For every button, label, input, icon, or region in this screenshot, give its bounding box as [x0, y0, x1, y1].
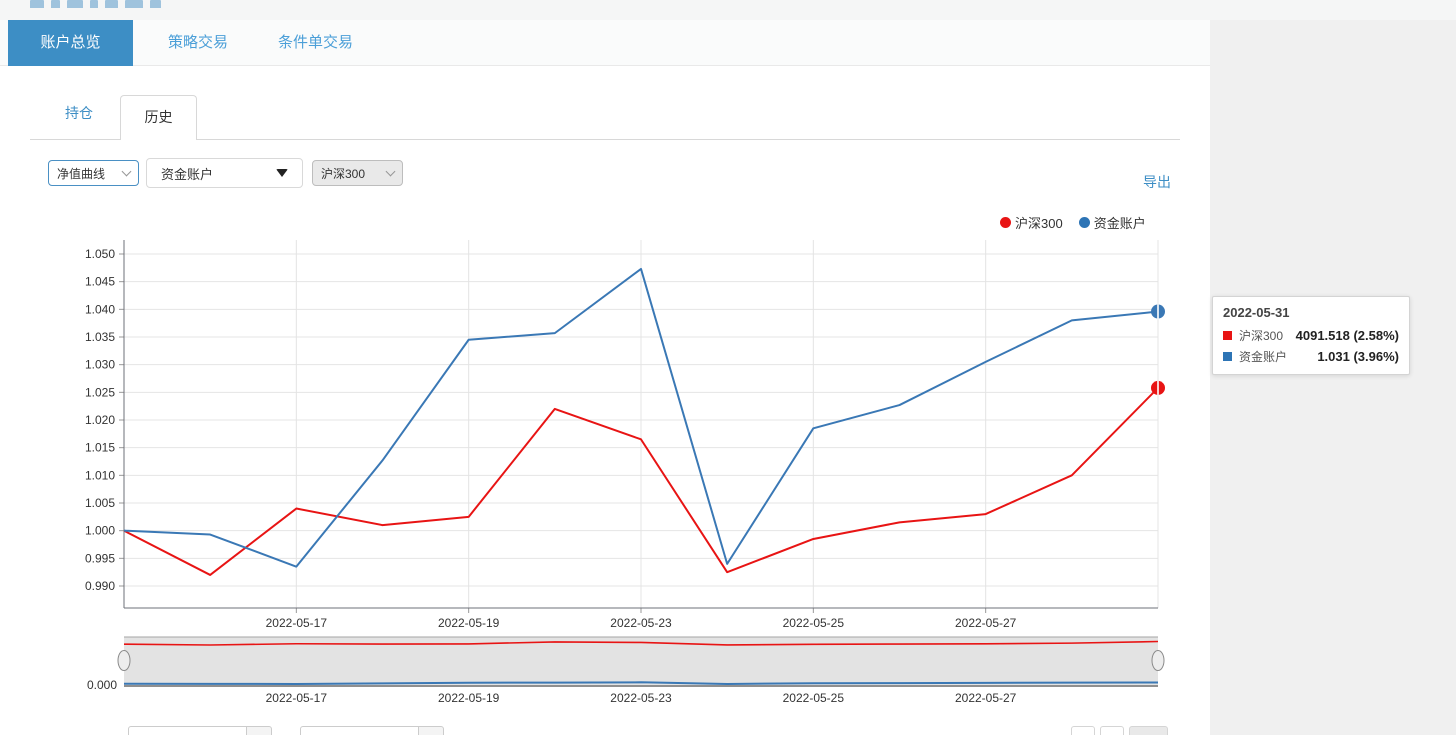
y-axis-label: 1.025: [85, 385, 115, 399]
tooltip-series-name: 沪深300: [1239, 329, 1284, 343]
subtab-positions[interactable]: 持仓: [65, 103, 93, 123]
start-date-picker: [128, 726, 272, 735]
tooltip-row: 资金账户 1.031 (3.96%): [1223, 348, 1399, 365]
caret-down-icon: [276, 169, 288, 177]
pager-button-1[interactable]: [1071, 726, 1095, 735]
pager-button-3[interactable]: [1129, 726, 1168, 735]
y-axis-label: 1.045: [85, 275, 115, 289]
chart-type-select[interactable]: 净值曲线: [48, 160, 139, 186]
chevron-down-icon: [385, 166, 396, 176]
end-date-picker: [300, 726, 444, 735]
tab-conditional-order-trading[interactable]: 条件单交易: [278, 20, 353, 66]
subtab-history[interactable]: 历史: [120, 95, 197, 140]
y-axis-label: 0.990: [85, 579, 115, 593]
y-axis-label: 1.010: [85, 468, 115, 482]
y-axis-label: 1.035: [85, 330, 115, 344]
tooltip-series-value: 1.031 (3.96%): [1317, 349, 1399, 364]
y-axis-label: 1.040: [85, 302, 115, 316]
clipped-header-text: [30, 0, 168, 8]
account-select[interactable]: 资金账户: [146, 158, 303, 188]
tooltip-series-value: 4091.518 (2.58%): [1295, 328, 1399, 343]
end-date-input[interactable]: [300, 726, 419, 735]
net-value-chart: 1.050 1.045 1.040 1.035 1.030 1.025 1.020 1.015…: [85, 240, 1165, 705]
x-axis-label: 2022-05-27: [955, 616, 1017, 630]
x-axis-label: 2022-05-17: [266, 616, 328, 630]
top-strip: [0, 0, 1456, 20]
series-marker-blue-icon: [1223, 352, 1232, 361]
y-axis-label: 1.005: [85, 496, 115, 510]
y-axis-label: 1.020: [85, 413, 115, 427]
pager-button-2[interactable]: [1100, 726, 1124, 735]
tab-account-overview[interactable]: 账户总览: [8, 20, 133, 66]
navigator-x-label: 2022-05-23: [610, 691, 672, 705]
y-axis-label: 1.015: [85, 441, 115, 455]
series-marker-red-icon: [1223, 331, 1232, 340]
x-axis-label: 2022-05-25: [783, 616, 845, 630]
x-axis-label: 2022-05-19: [438, 616, 500, 630]
navigator-x-label: 2022-05-27: [955, 691, 1017, 705]
tooltip-row: 沪深300 4091.518 (2.58%): [1223, 327, 1399, 344]
navigator-x-label: 2022-05-25: [783, 691, 845, 705]
tooltip-date: 2022-05-31: [1223, 305, 1290, 320]
start-date-calendar-button[interactable]: [247, 726, 272, 735]
navigator-x-label: 2022-05-17: [266, 691, 328, 705]
chart-tooltip: 2022-05-31 沪深300 4091.518 (2.58%) 资金账户 1…: [1212, 296, 1410, 375]
y-axis-label: 1.030: [85, 358, 115, 372]
subtab-divider: [30, 139, 1180, 140]
benchmark-select-value: 沪深300: [321, 166, 366, 181]
main-panel: 账户总览 策略交易 条件单交易 持仓 历史 净值曲线 资金账户 沪深300 导出…: [0, 20, 1210, 735]
y-axis-label: 1.050: [85, 247, 115, 261]
tooltip-series-name: 资金账户: [1239, 350, 1288, 364]
tab-strategy-trading[interactable]: 策略交易: [168, 20, 228, 66]
navigator-handle-left[interactable]: [117, 650, 131, 671]
navigator-y-label: 0.000: [87, 678, 117, 692]
x-axis-label: 2022-05-23: [610, 616, 672, 630]
start-date-input[interactable]: [128, 726, 247, 735]
navigator-handle-right[interactable]: [1151, 650, 1165, 671]
chevron-down-icon: [121, 166, 132, 176]
end-date-calendar-button[interactable]: [419, 726, 444, 735]
y-axis-label: 1.000: [85, 524, 115, 538]
top-tab-bar: 账户总览 策略交易 条件单交易: [0, 20, 1210, 66]
account-select-value: 资金账户: [161, 166, 214, 182]
navigator-x-label: 2022-05-19: [438, 691, 500, 705]
export-button[interactable]: 导出: [1143, 172, 1171, 192]
chart-type-select-value: 净值曲线: [57, 166, 106, 181]
y-axis-label: 0.995: [85, 551, 115, 565]
benchmark-select[interactable]: 沪深300: [312, 160, 403, 186]
